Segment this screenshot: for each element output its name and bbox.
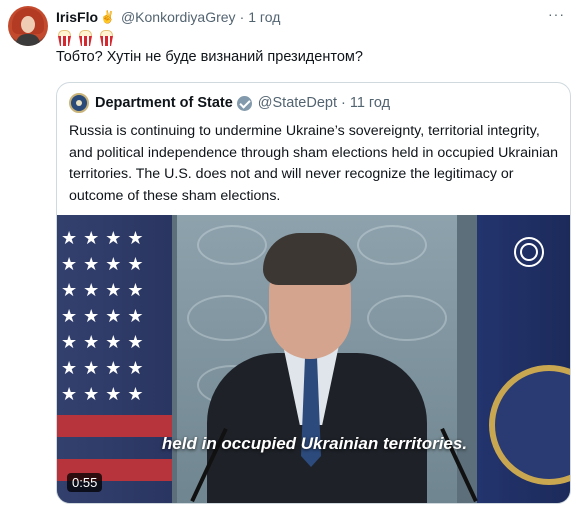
tweet-time[interactable]: 1 год [248, 9, 280, 25]
quoted-author-name[interactable]: Department of State [95, 95, 233, 111]
verified-badge-icon [236, 95, 252, 111]
separator-dot: · [239, 9, 245, 25]
quoted-author-handle[interactable]: @StateDept [258, 95, 337, 111]
seal-watermark-icon [514, 237, 544, 267]
tweet-text: Тобто? Хутін не буде визнаний президенто… [56, 49, 363, 65]
avatar-face [21, 16, 35, 33]
video-duration-badge: 0:55 [67, 473, 103, 492]
author-handle[interactable]: @KonkordiyaGrey [121, 9, 236, 25]
quoted-tweet[interactable]: Department of State @StateDept · 11 год … [56, 82, 571, 504]
video-player[interactable]: ★★★★★★★★★★★★★★★★★★★★★★★★★★★★ held in occ… [57, 215, 570, 503]
quoted-header: Department of State @StateDept · 11 год [69, 93, 390, 113]
author-name[interactable]: IrisFlo [56, 9, 98, 25]
us-flag: ★★★★★★★★★★★★★★★★★★★★★★★★★★★★ [57, 215, 172, 503]
emoji-row [56, 30, 115, 46]
video-subtitle: held in occupied Ukrainian territories. [161, 434, 468, 453]
avatar-body [16, 34, 40, 46]
tweet[interactable]: IrisFlo ✌️ @KonkordiyaGrey · 1 год ··· Т… [0, 0, 575, 508]
more-dots-icon[interactable]: ··· [548, 6, 565, 22]
popcorn-icon [77, 30, 94, 46]
popcorn-icon [56, 30, 73, 46]
tweet-header: IrisFlo ✌️ @KonkordiyaGrey · 1 год [56, 8, 280, 26]
quoted-time[interactable]: 11 год [350, 95, 390, 111]
quoted-text: Russia is continuing to undermine Ukrain… [69, 123, 559, 204]
avatar[interactable] [8, 6, 48, 46]
state-department-seal-icon[interactable] [69, 93, 89, 113]
speaker [177, 233, 457, 503]
popcorn-icon [98, 30, 115, 46]
victory-hand-icon: ✌️ [100, 10, 115, 24]
separator-dot: · [341, 95, 346, 111]
